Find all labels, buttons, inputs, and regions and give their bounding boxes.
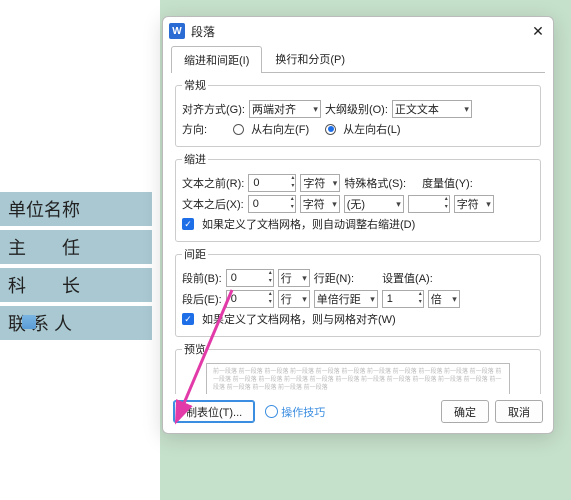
group-preview: 预览 前一段落 前一段落 前一段落 前一段落 前一段落 前一段落 前一段落 前一… [175, 341, 541, 394]
setvalue-spin[interactable]: 1 [382, 290, 424, 308]
indent-after-label: 文本之后(X): [182, 196, 244, 212]
preview-box: 前一段落 前一段落 前一段落 前一段落 前一段落 前一段落 前一段落 前一段落 … [206, 363, 510, 394]
tab-indent-spacing[interactable]: 缩进和间距(I) [171, 46, 262, 73]
setvalue-unit[interactable]: 倍 [428, 290, 460, 308]
app-icon: W [169, 23, 185, 39]
group-preview-legend: 预览 [182, 341, 208, 357]
group-indent-legend: 缩进 [182, 151, 208, 167]
outline-level-label: 大纲级别(O): [325, 101, 388, 117]
space-before-spin[interactable]: 0 [226, 269, 274, 287]
outline-level-combo[interactable]: 正文文本 [392, 100, 472, 118]
special-indent-label: 特殊格式(S): [344, 175, 406, 191]
linespacing-combo[interactable]: 单倍行距 [314, 290, 378, 308]
space-after-label: 段后(E): [182, 291, 222, 307]
doc-line: 单位名称 [0, 192, 152, 226]
tab-line-page-breaks[interactable]: 换行和分页(P) [262, 45, 358, 72]
space-after-unit[interactable]: 行 [278, 290, 310, 308]
cancel-button[interactable]: 取消 [495, 400, 543, 423]
direction-ltr-label[interactable]: 从左向右(L) [343, 121, 400, 137]
snap-grid-label[interactable]: 如果定义了文档网格，则与网格对齐(W) [202, 311, 396, 327]
group-general-legend: 常规 [182, 77, 208, 93]
anchor-icon [22, 315, 36, 329]
alignment-label: 对齐方式(G): [182, 101, 245, 117]
auto-adjust-checkbox[interactable]: ✓ [182, 218, 194, 230]
indent-after-unit[interactable]: 字符 [300, 195, 340, 213]
direction-rtl-radio[interactable] [233, 124, 244, 135]
tips-icon [265, 405, 278, 418]
group-general: 常规 对齐方式(G): 两端对齐 大纲级别(O): 正文文本 方向: 从右向左(… [175, 77, 541, 147]
dialog-titlebar: W 段落 ✕ [163, 17, 553, 45]
measure-label: 度量值(Y): [422, 175, 473, 191]
indent-before-spin[interactable]: 0 [248, 174, 296, 192]
space-after-spin[interactable]: 0 [226, 290, 274, 308]
linespacing-label: 行距(N): [314, 270, 354, 286]
dialog-tabs: 缩进和间距(I) 换行和分页(P) [163, 45, 553, 72]
direction-label: 方向: [182, 121, 207, 137]
ok-button[interactable]: 确定 [441, 400, 489, 423]
measure-unit[interactable]: 字符 [454, 195, 494, 213]
close-icon[interactable]: ✕ [529, 22, 547, 40]
paragraph-dialog: W 段落 ✕ 缩进和间距(I) 换行和分页(P) 常规 对齐方式(G): 两端对… [162, 16, 554, 434]
space-before-unit[interactable]: 行 [278, 269, 310, 287]
indent-after-spin[interactable]: 0 [248, 195, 296, 213]
indent-before-label: 文本之前(R): [182, 175, 244, 191]
dialog-title: 段落 [191, 23, 529, 40]
setvalue-label: 设置值(A): [382, 270, 433, 286]
group-spacing: 间距 段前(B): 0 行 行距(N): 设置值(A): 段后(E): 0 行 … [175, 246, 541, 337]
document-background: 单位名称 主 任 科 长 联 系 人 [0, 0, 160, 500]
auto-adjust-label[interactable]: 如果定义了文档网格，则自动调整右缩进(D) [202, 216, 415, 232]
snap-grid-checkbox[interactable]: ✓ [182, 313, 194, 325]
dialog-content: 常规 对齐方式(G): 两端对齐 大纲级别(O): 正文文本 方向: 从右向左(… [163, 73, 553, 394]
tips-label: 操作技巧 [281, 404, 325, 420]
direction-rtl-label[interactable]: 从右向左(F) [251, 121, 309, 137]
space-before-label: 段前(B): [182, 270, 222, 286]
group-indent: 缩进 文本之前(R): 0 字符 特殊格式(S): 度量值(Y): 文本之后(X… [175, 151, 541, 242]
measure-spin[interactable] [408, 195, 450, 213]
tabs-button[interactable]: 制表位(T)... [173, 400, 255, 423]
dialog-button-row: 制表位(T)... 操作技巧 确定 取消 [163, 394, 553, 433]
alignment-combo[interactable]: 两端对齐 [249, 100, 321, 118]
indent-before-unit[interactable]: 字符 [300, 174, 340, 192]
doc-line: 科 长 [0, 268, 152, 302]
special-indent-combo[interactable]: (无) [344, 195, 404, 213]
direction-ltr-radio[interactable] [325, 124, 336, 135]
group-spacing-legend: 间距 [182, 246, 208, 262]
tips-button[interactable]: 操作技巧 [261, 404, 329, 420]
doc-line: 主 任 [0, 230, 152, 264]
